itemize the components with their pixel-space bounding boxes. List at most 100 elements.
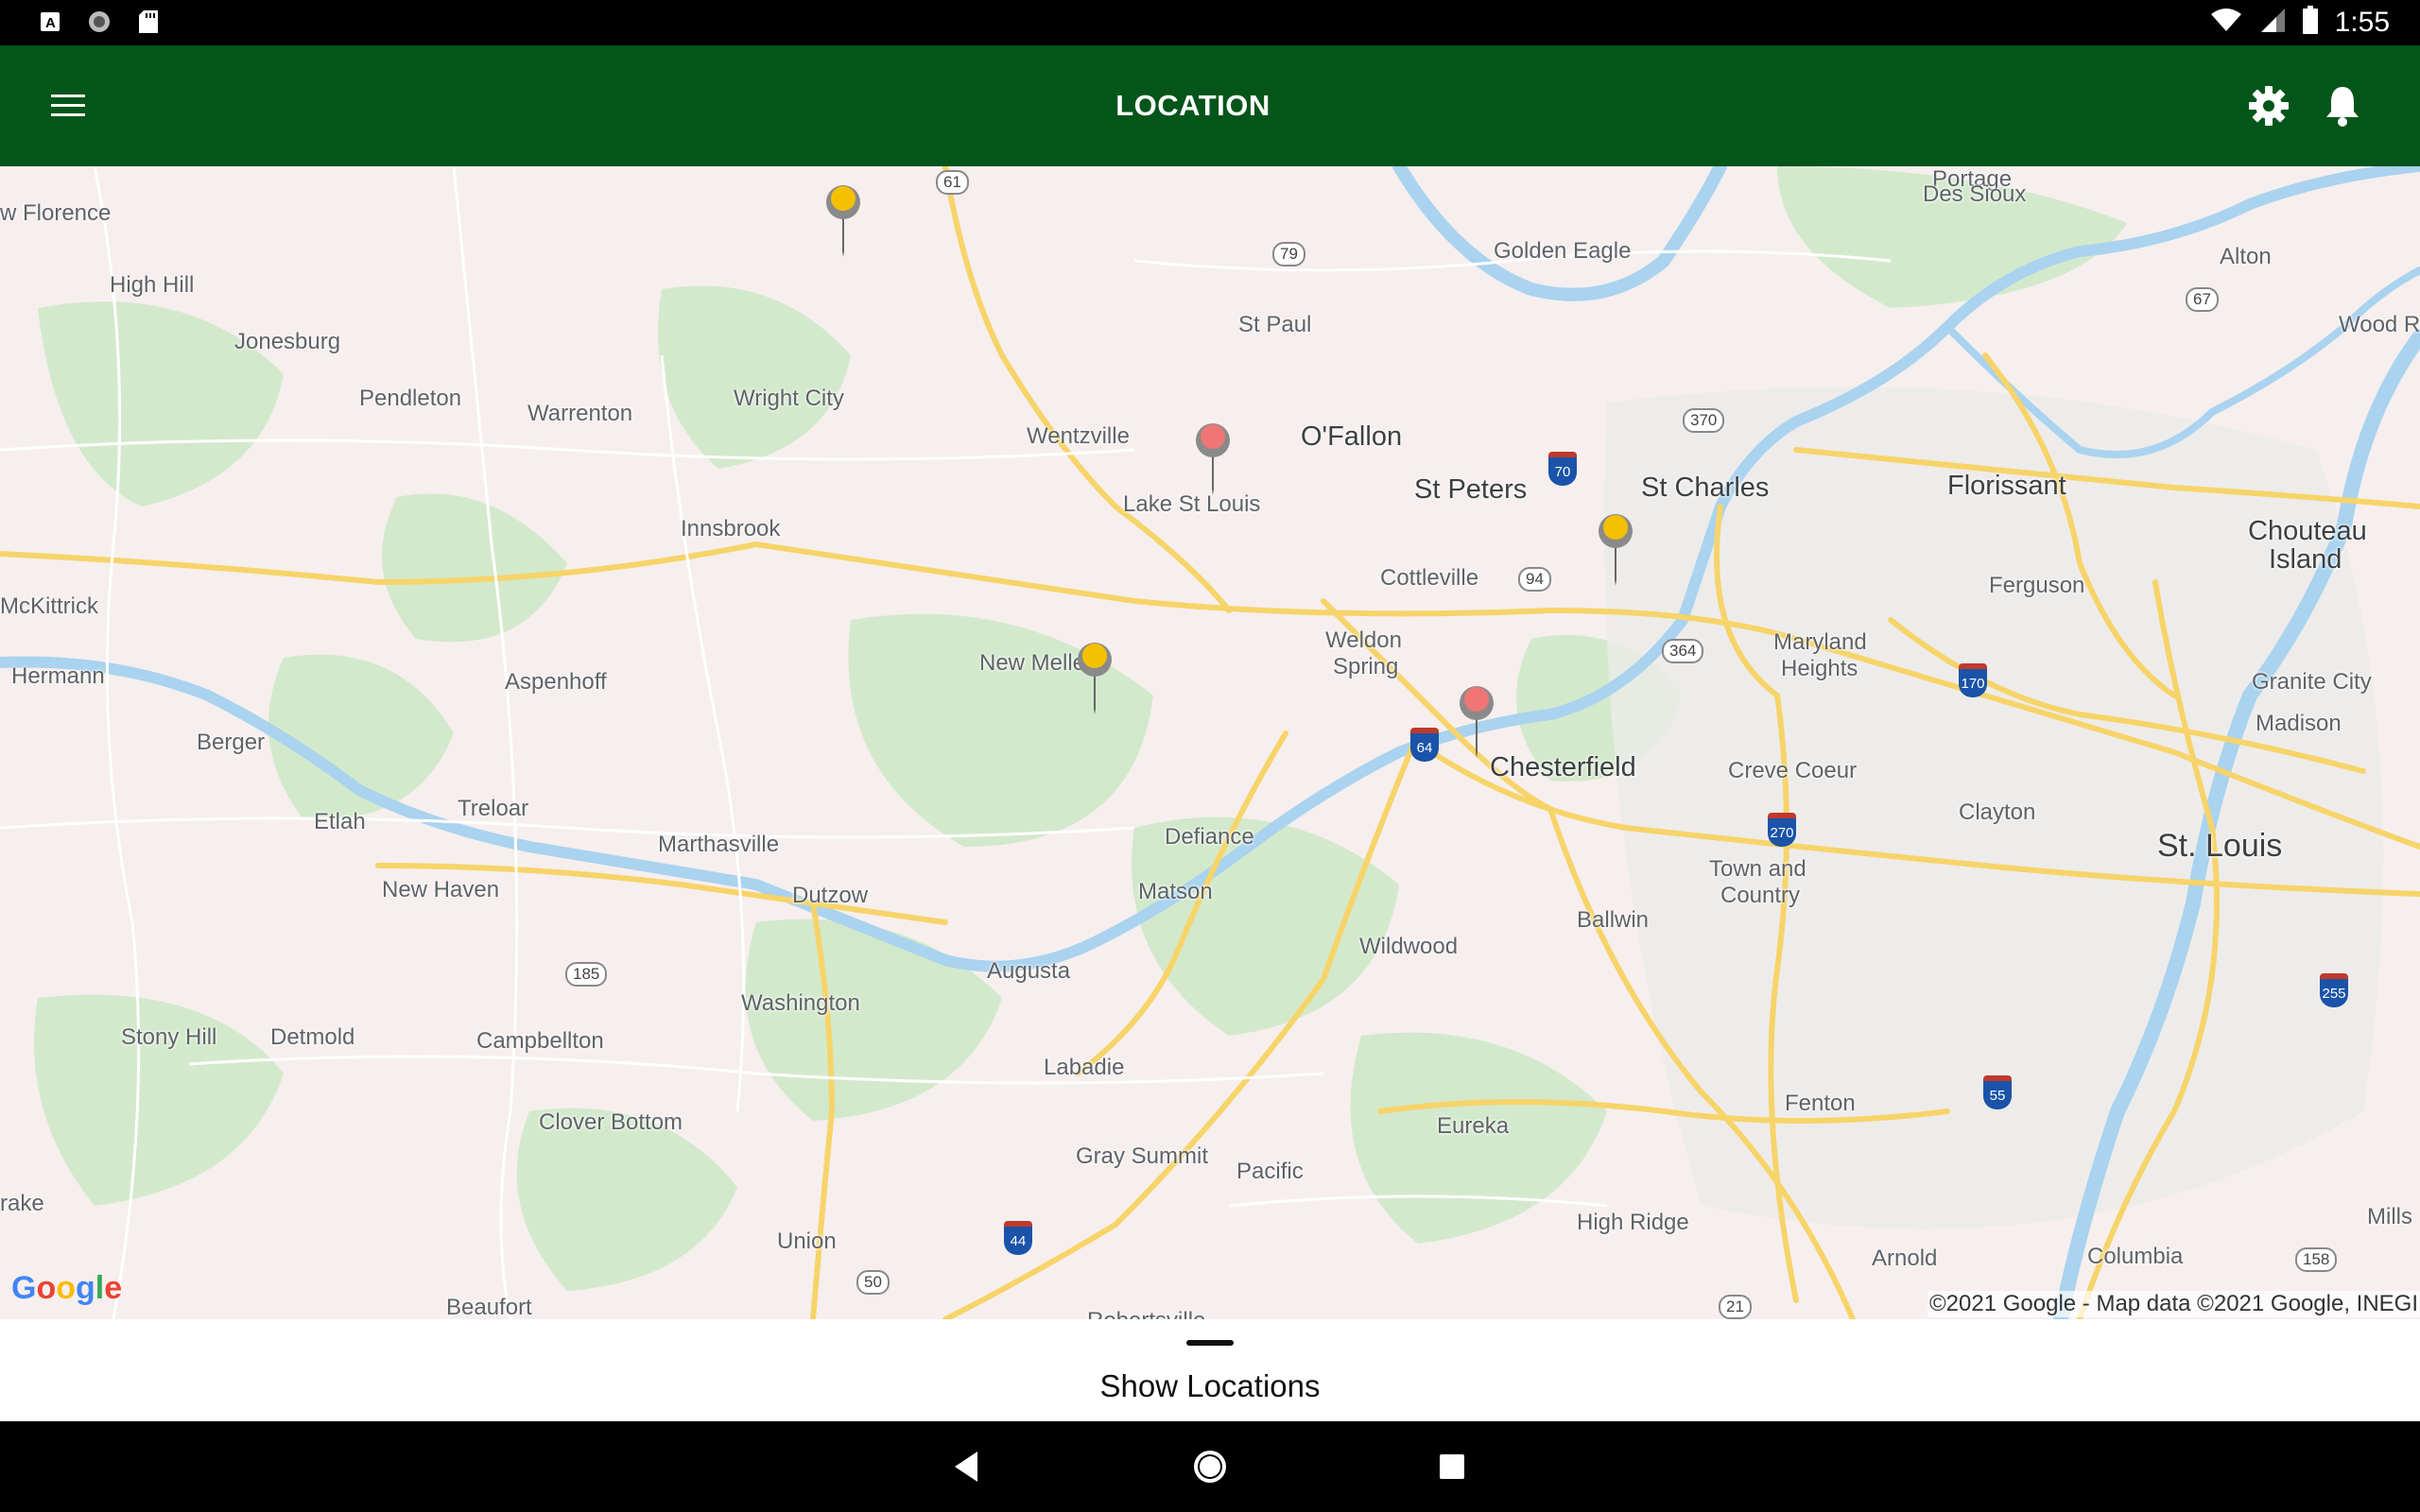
place-label: Dutzow	[792, 883, 869, 908]
place-label: Robertsville	[1087, 1308, 1205, 1319]
pin-red-chesterfield[interactable]	[1458, 682, 1495, 758]
place-label: St Paul	[1238, 312, 1312, 337]
pin-red-lake-st-louis[interactable]	[1194, 420, 1232, 495]
place-label: Chouteau	[2248, 516, 2367, 546]
place-label: Hermann	[11, 663, 105, 689]
drag-handle[interactable]	[1186, 1340, 1234, 1346]
place-label: McKittrick	[0, 593, 98, 619]
place-label: Country	[1720, 883, 1801, 908]
interstate-shield: 64	[1410, 728, 1439, 762]
interstate-shield: 270	[1768, 813, 1796, 847]
place-label: Gray Summit	[1076, 1143, 1209, 1169]
route-shield: 50	[856, 1270, 890, 1295]
route-shield: 21	[1719, 1295, 1752, 1319]
place-label: Labadie	[1044, 1055, 1125, 1080]
place-label: Alton	[2220, 244, 2272, 269]
place-label: Town and	[1709, 856, 1806, 882]
place-label: Eureka	[1437, 1113, 1510, 1139]
place-label: Island	[2269, 544, 2342, 575]
route-shield: 94	[1518, 567, 1551, 592]
place-label: Pendleton	[359, 386, 462, 411]
pin-yellow-new-melle[interactable]	[1076, 639, 1114, 714]
place-label: Granite City	[2252, 669, 2372, 695]
place-label: Clayton	[1959, 799, 2036, 825]
place-label: Arnold	[1872, 1246, 1938, 1271]
route-shield: 158	[2295, 1247, 2338, 1272]
place-label: Wildwood	[1359, 934, 1459, 959]
wifi-icon	[2210, 7, 2242, 38]
home-icon[interactable]	[1191, 1448, 1229, 1486]
place-label: Beaufort	[446, 1295, 532, 1319]
pin-yellow-north[interactable]	[824, 181, 862, 257]
map-view[interactable]: w Florence High Hill Jonesburg Pendleton…	[0, 166, 2420, 1319]
sd-card-icon	[136, 9, 161, 34]
place-label: Creve Coeur	[1728, 758, 1858, 783]
place-label: Golden Eagle	[1494, 238, 1632, 264]
place-label: Mills	[2367, 1204, 2412, 1229]
place-label: Matson	[1138, 879, 1213, 904]
place-label: Etlah	[314, 809, 366, 834]
navigation-bar	[0, 1421, 2420, 1512]
place-label: Florissant	[1947, 471, 2066, 501]
place-label: Stony Hill	[121, 1024, 217, 1050]
map-base	[0, 166, 2420, 1319]
gear-icon[interactable]	[2246, 83, 2291, 129]
circle-icon	[87, 9, 112, 34]
back-icon[interactable]	[949, 1448, 987, 1486]
place-label: Jonesburg	[234, 329, 341, 354]
interstate-shield: 170	[1959, 663, 1987, 697]
battery-icon	[2302, 6, 2318, 39]
place-label: Washington	[741, 990, 860, 1016]
place-label: O'Fallon	[1301, 421, 1403, 452]
place-label: Madison	[2256, 711, 2342, 736]
a-icon: A	[38, 9, 62, 34]
place-label: Wood R	[2339, 312, 2420, 337]
place-label: Columbia	[2087, 1244, 2184, 1269]
route-shield: 79	[1272, 242, 1305, 266]
place-label: Union	[777, 1228, 837, 1254]
show-locations-label[interactable]: Show Locations	[0, 1368, 2420, 1404]
show-locations-sheet[interactable]: Show Locations	[0, 1319, 2420, 1421]
interstate-shield: 55	[1983, 1075, 2012, 1109]
place-label: Spring	[1333, 654, 1399, 679]
page-title: LOCATION	[1115, 89, 1270, 122]
place-label: Berger	[197, 730, 266, 755]
place-label: Campbellton	[476, 1028, 604, 1054]
place-label: New Melle	[979, 650, 1086, 676]
route-shield: 61	[936, 170, 969, 195]
interstate-shield: 70	[1548, 452, 1577, 486]
route-shield: 364	[1662, 639, 1704, 663]
place-label: St Peters	[1414, 474, 1528, 505]
place-label: Lake St Louis	[1123, 491, 1261, 517]
map-copyright: ©2021 Google - Map data ©2021 Google, IN…	[1927, 1291, 2420, 1317]
google-logo: Google	[11, 1270, 123, 1306]
svg-text:A: A	[45, 15, 56, 31]
place-label: Wentzville	[1027, 423, 1130, 449]
route-shield: 370	[1683, 408, 1725, 433]
place-label: Pacific	[1236, 1159, 1304, 1184]
interstate-shield: 255	[2320, 973, 2348, 1007]
status-bar: A 1:55	[0, 0, 2420, 45]
place-label: Fenton	[1785, 1091, 1856, 1116]
place-label: Aspenhoff	[505, 669, 607, 695]
place-label: Des Sioux	[1923, 181, 2027, 207]
place-label: Weldon	[1325, 627, 1402, 653]
place-label: Cottleville	[1380, 565, 1479, 591]
place-label: Ballwin	[1577, 907, 1650, 933]
place-label: Treloar	[458, 796, 529, 821]
place-label: Defiance	[1165, 824, 1254, 850]
place-label: High Hill	[110, 272, 195, 298]
place-label: Clover Bottom	[539, 1109, 683, 1135]
place-label: Warrenton	[527, 401, 633, 426]
bell-icon[interactable]	[2322, 83, 2363, 129]
recents-icon[interactable]	[1433, 1448, 1471, 1486]
interstate-shield: 44	[1004, 1221, 1032, 1255]
pin-yellow-st-charles[interactable]	[1597, 510, 1634, 586]
place-label: Ferguson	[1989, 573, 2085, 598]
place-label: High Ridge	[1577, 1210, 1689, 1235]
place-label: Chesterfield	[1490, 752, 1636, 782]
place-label: Augusta	[987, 958, 1071, 984]
place-label: Marthasville	[658, 832, 780, 857]
place-label: Innsbrook	[681, 516, 781, 541]
place-label: New Haven	[382, 877, 500, 902]
